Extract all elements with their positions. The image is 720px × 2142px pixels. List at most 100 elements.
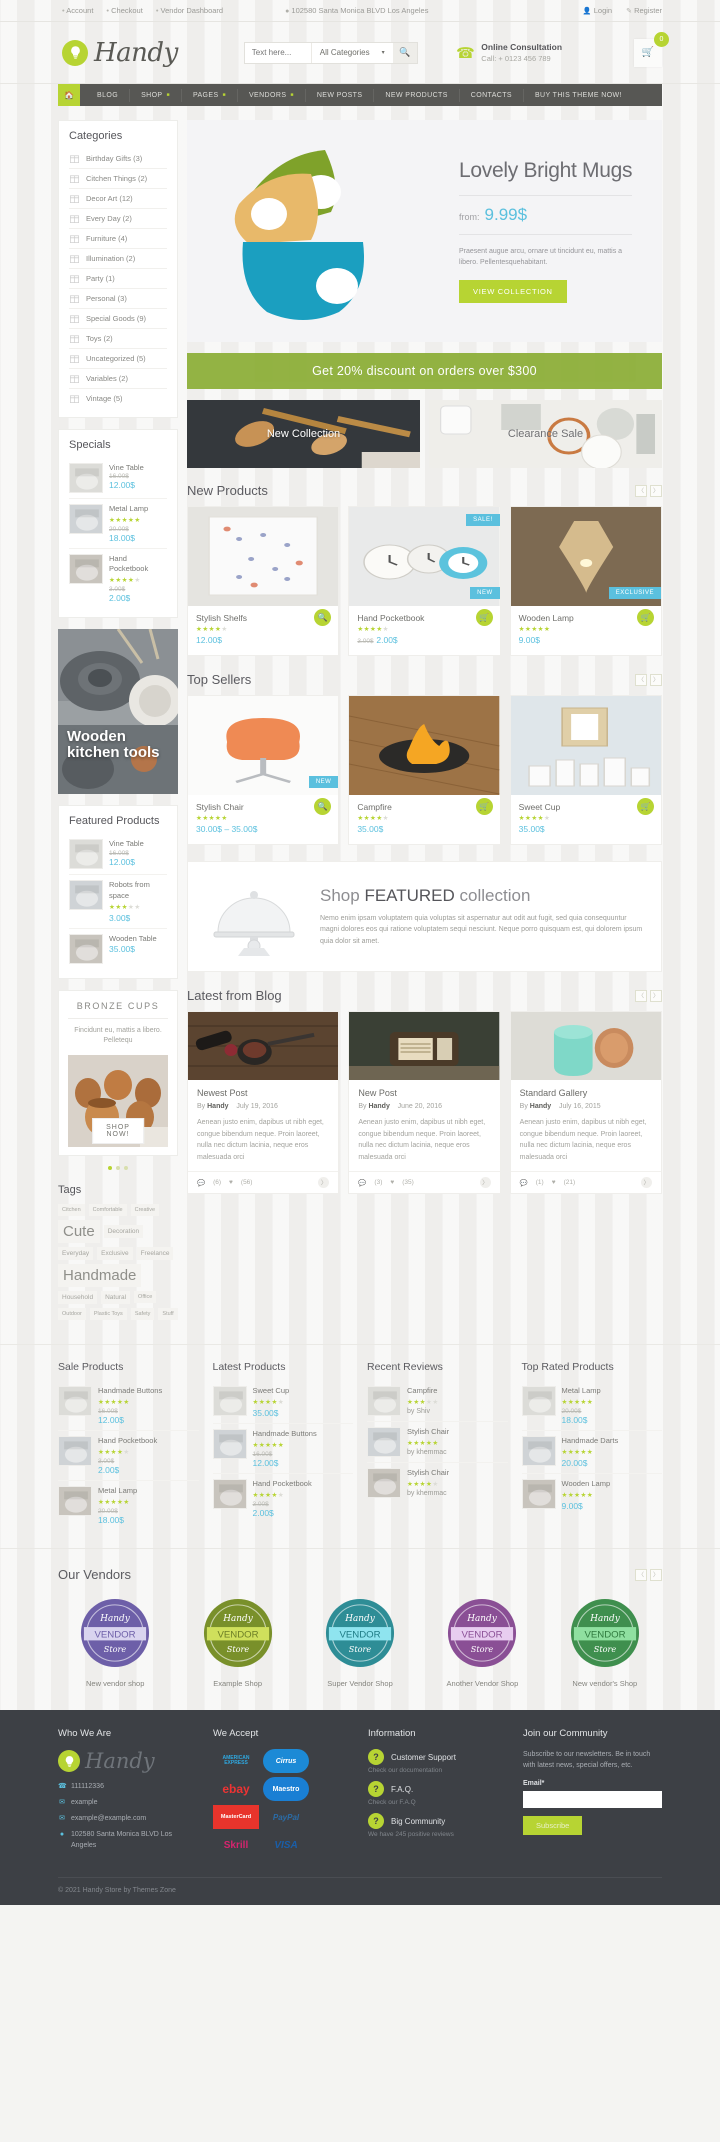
add-to-cart-icon[interactable]: 🛒 [475, 609, 493, 626]
blog-arrows[interactable]: 〈 〉 [635, 989, 662, 1002]
hero-view-collection-button[interactable]: VIEW COLLECTION [459, 279, 567, 303]
sidebar-category-item[interactable]: Illumination (2) [69, 248, 167, 268]
sidebar-category-item[interactable]: Every Day (2) [69, 208, 167, 228]
add-to-cart-icon[interactable]: 🛒 [636, 798, 654, 815]
tag-item[interactable]: Outdoor [58, 1307, 86, 1320]
sidebar-category-item[interactable]: Uncategorized (5) [69, 348, 167, 368]
vendor-item[interactable]: Handy VENDOR Store Another Vendor Shop [425, 1596, 539, 1688]
product-row[interactable]: Handmade Darts ★★★★★ 20.00$ [521, 1429, 662, 1473]
product-row[interactable]: Stylish Chair ★★★★★ by khemmac [367, 1461, 508, 1503]
sidebar-category-item[interactable]: Citchen Things (2) [69, 168, 167, 188]
sidebar-category-item[interactable]: Variables (2) [69, 368, 167, 388]
blog-card[interactable]: Newest Post By Handy July 19, 2016 Aenean … [187, 1011, 340, 1195]
sidebar-category-item[interactable]: Personal (3) [69, 288, 167, 308]
tag-item[interactable]: Exclusive [97, 1246, 133, 1260]
vendor-item[interactable]: Handy VENDOR Store Super Vendor Shop [303, 1596, 417, 1688]
sidebar-category-item[interactable]: Party (1) [69, 268, 167, 288]
read-more-icon[interactable]: 〉 [640, 1177, 652, 1189]
cart-button[interactable]: 🛒 0 [634, 31, 669, 67]
product-row[interactable]: Robots from space ★★★★★ 3.00$ [69, 874, 167, 927]
product-row[interactable]: Metal Lamp ★★★★★ 20.00$ 18.00$ [521, 1381, 663, 1430]
blog-post-title[interactable]: New Post [358, 1088, 490, 1098]
email-field[interactable] [523, 1791, 662, 1809]
category-select[interactable]: All Categories ▾ [312, 43, 393, 63]
next-arrow-icon[interactable]: 〉 [650, 989, 662, 1002]
next-arrow-icon[interactable]: 〉 [650, 484, 662, 497]
carousel-dot[interactable] [124, 1165, 128, 1170]
vendors-arrows[interactable]: 〈 〉 [635, 1568, 662, 1581]
blog-card[interactable]: Standard Gallery By Handy July 16, 2015 Ae… [509, 1011, 662, 1195]
topbar-link-vendor-dashboard[interactable]: Vendor Dashboard [156, 6, 224, 15]
tag-item[interactable]: Everyday [58, 1246, 94, 1260]
vendor-item[interactable]: Handy VENDOR Store New vendor shop [58, 1596, 172, 1688]
tag-item[interactable]: Handmade [58, 1263, 142, 1287]
product-card[interactable]: EXCLUSIVE Wooden Lamp ★★★★★ 9.00$ 🛒 [509, 506, 662, 656]
product-card[interactable]: NEW Stylish Chair ★★★★★ 30.00$ – 35.00$ 🔍 [187, 695, 340, 845]
promo-box-new-collection[interactable]: New Collection [187, 400, 420, 468]
product-row[interactable]: Metal Lamp ★★★★★ 20.00$ 18.00$ [69, 498, 167, 548]
footer-info-item[interactable]: ? F.A.Q. [368, 1781, 507, 1797]
product-row[interactable]: Wooden Lamp ★★★★★ 9.00$ [521, 1472, 662, 1516]
tag-item[interactable]: Cute [58, 1219, 100, 1243]
tag-item[interactable]: Natural [101, 1290, 131, 1304]
tag-item[interactable]: Freelance [136, 1246, 174, 1260]
sidebar-category-item[interactable]: Toys (2) [69, 328, 167, 348]
top-sellers-arrows[interactable]: 〈 〉 [635, 673, 662, 686]
prev-arrow-icon[interactable]: 〈 [635, 989, 647, 1002]
product-row[interactable]: Hand Pocketbook ★★★★★ 3.00$ 2.00$ [212, 1472, 353, 1523]
promo-shop-now-button[interactable]: SHOP NOW! [92, 1117, 144, 1144]
tag-item[interactable]: Creative [130, 1203, 160, 1216]
promo-carousel-dots[interactable] [58, 1162, 178, 1173]
footer-info-item[interactable]: ? Customer Support [368, 1749, 507, 1765]
nav-home-icon[interactable]: 🏠 [58, 84, 80, 106]
quick-view-icon[interactable]: 🔍 [314, 609, 332, 626]
blog-post-title[interactable]: Standard Gallery [520, 1088, 652, 1098]
read-more-icon[interactable]: 〉 [479, 1177, 491, 1189]
product-row[interactable]: Campfire ★★★★★ by Shiv [367, 1381, 508, 1421]
product-row[interactable]: Handmade Buttons ★★★★★ 16.00$ 12.00$ [58, 1381, 199, 1430]
blog-post-title[interactable]: Newest Post [197, 1088, 329, 1098]
nav-item-vendors[interactable]: VENDORS ■ [236, 88, 305, 102]
next-arrow-icon[interactable]: 〉 [650, 1568, 662, 1581]
search-button[interactable]: 🔍 [392, 42, 417, 63]
prev-arrow-icon[interactable]: 〈 [635, 1568, 647, 1581]
product-row[interactable]: Handmade Buttons ★★★★★ 16.00$ 12.00$ [212, 1422, 353, 1473]
product-row[interactable]: Hand Pocketbook ★★★★★ 3.00$ 2.00$ [58, 1429, 199, 1480]
nav-item-new-products[interactable]: NEW PRODUCTS [373, 88, 458, 102]
product-row[interactable]: Stylish Chair ★★★★★ by khemmac [367, 1420, 508, 1462]
product-row[interactable]: Vine Table 16.00$ 12.00$ [69, 458, 167, 498]
sidebar-category-item[interactable]: Birthday Gifts (3) [69, 149, 167, 168]
prev-arrow-icon[interactable]: 〈 [635, 484, 647, 497]
vendor-item[interactable]: Handy VENDOR Store New vendor's Shop [548, 1596, 662, 1688]
topbar-link-account[interactable]: Account [62, 6, 93, 15]
register-link[interactable]: ✎ Register [626, 6, 662, 15]
bronze-cups-promo[interactable]: BRONZE CUPS Fincidunt eu, mattis a liber… [58, 989, 178, 1156]
nav-item-pages[interactable]: PAGES ■ [180, 88, 237, 102]
product-row[interactable]: Vine Table 16.00$ 12.00$ [69, 834, 167, 874]
sidebar-category-item[interactable]: Special Goods (9) [69, 308, 167, 328]
tag-item[interactable]: Comfortable [88, 1203, 127, 1216]
product-row[interactable]: Hand Pocketbook ★★★★★ 3.00$ 2.00$ [69, 548, 167, 608]
subscribe-button[interactable]: Subscribe [523, 1816, 583, 1836]
add-to-cart-icon[interactable]: 🛒 [636, 609, 654, 626]
prev-arrow-icon[interactable]: 〈 [635, 673, 647, 686]
nav-item-contacts[interactable]: CONTACTS [458, 88, 523, 102]
nav-item-blog[interactable]: BLOG [86, 89, 129, 102]
footer-info-item[interactable]: ? Big Community [368, 1813, 507, 1829]
topbar-link-checkout[interactable]: Checkout [106, 6, 143, 15]
carousel-dot[interactable] [116, 1165, 120, 1170]
nav-item-shop[interactable]: SHOP ■ [129, 88, 181, 102]
tag-item[interactable]: Household [58, 1290, 98, 1304]
search-box[interactable]: All Categories ▾ 🔍 [243, 41, 418, 64]
product-card[interactable]: SALE! NEW Hand Pocketbook ★★★★★ 3.00$ 2.00$ 🛒 [348, 506, 501, 656]
sidebar-banner[interactable]: Wooden kitchen tools [58, 629, 178, 795]
sidebar-category-item[interactable]: Vintage (5) [69, 388, 167, 408]
tag-item[interactable]: Safety [130, 1307, 155, 1320]
nav-item-new-posts[interactable]: NEW POSTS [304, 88, 374, 102]
next-arrow-icon[interactable]: 〉 [650, 673, 662, 686]
sidebar-category-item[interactable]: Decor Art (12) [69, 188, 167, 208]
product-row[interactable]: Sweet Cup ★★★★★ 35.00$ [212, 1381, 354, 1423]
blog-card[interactable]: New Post By Handy June 20, 2016 Aenean jus… [348, 1011, 501, 1195]
product-card[interactable]: Sweet Cup ★★★★★ 35.00$ 🛒 [509, 695, 662, 845]
product-row[interactable]: Metal Lamp ★★★★★ 20.00$ 18.00$ [58, 1479, 199, 1530]
